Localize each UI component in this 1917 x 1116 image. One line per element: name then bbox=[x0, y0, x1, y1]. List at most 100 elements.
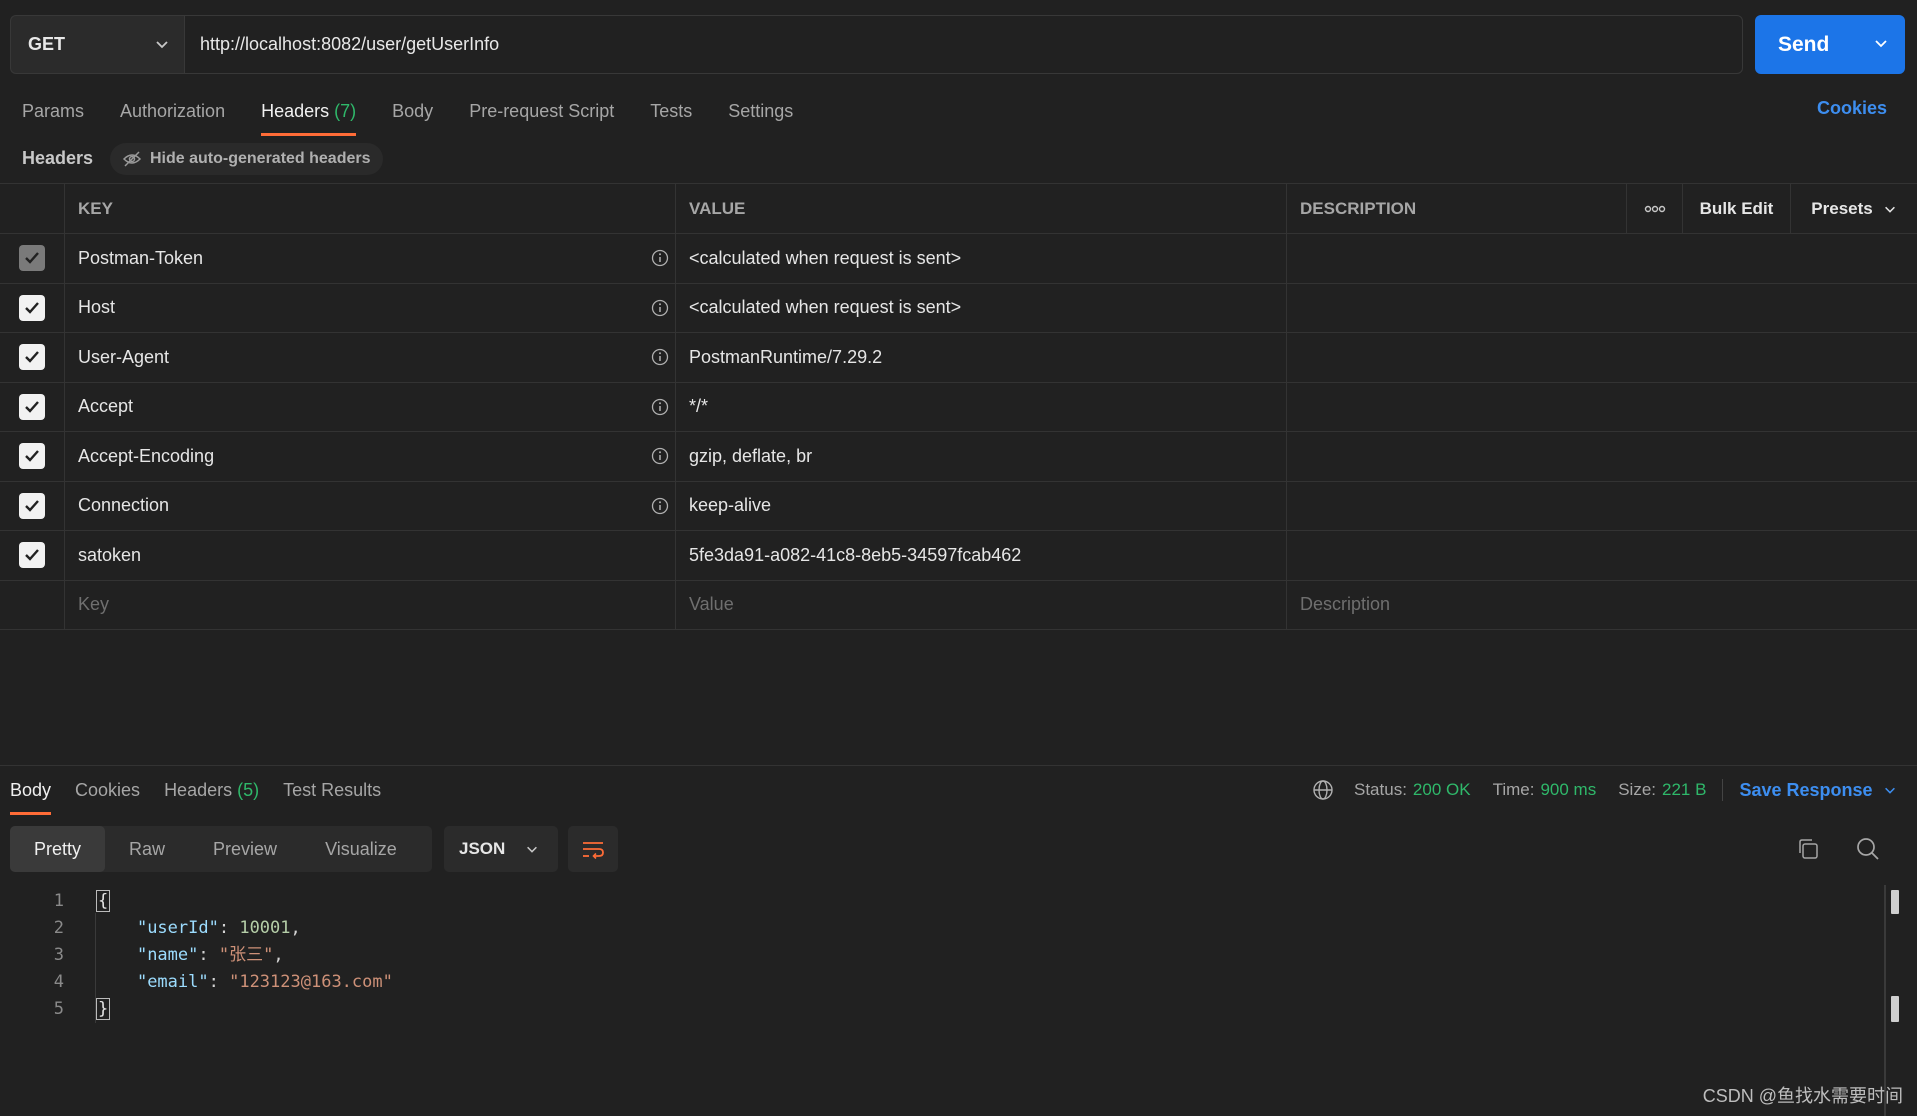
row-key[interactable]: Host bbox=[65, 283, 676, 332]
row-checkbox[interactable] bbox=[19, 492, 45, 519]
method-select[interactable]: GET bbox=[10, 15, 184, 74]
code-line: 5 } bbox=[0, 996, 1917, 1023]
response-tab-body[interactable]: Body bbox=[10, 777, 52, 815]
tab-headers[interactable]: Headers (7) bbox=[261, 96, 357, 136]
search-icon[interactable] bbox=[1855, 836, 1881, 867]
row-value[interactable]: */* bbox=[676, 382, 1287, 431]
more-options-button[interactable] bbox=[1626, 184, 1683, 233]
tab-params[interactable]: Params bbox=[22, 96, 84, 136]
row-key[interactable]: satoken bbox=[65, 531, 676, 580]
row-value[interactable]: <calculated when request is sent> bbox=[676, 283, 1287, 332]
send-button[interactable]: Send bbox=[1755, 15, 1905, 74]
wrap-lines-icon bbox=[583, 842, 604, 859]
new-key-input[interactable]: Key bbox=[65, 580, 676, 629]
row-checkbox[interactable] bbox=[19, 294, 45, 321]
section-divider bbox=[0, 765, 1917, 766]
send-label: Send bbox=[1778, 32, 1830, 56]
row-key[interactable]: Accept-Encoding bbox=[65, 432, 676, 481]
copy-icon[interactable] bbox=[1795, 836, 1821, 867]
info-icon[interactable] bbox=[651, 249, 669, 267]
view-pretty[interactable]: Pretty bbox=[10, 826, 106, 872]
status-label: Status: bbox=[1354, 780, 1407, 799]
view-preview[interactable]: Preview bbox=[189, 826, 301, 872]
row-description[interactable] bbox=[1287, 432, 1917, 481]
tab-settings[interactable]: Settings bbox=[728, 96, 793, 136]
row-description[interactable] bbox=[1287, 284, 1917, 333]
tab-authorization[interactable]: Authorization bbox=[120, 96, 225, 136]
header-check-col bbox=[0, 184, 65, 233]
view-raw[interactable]: Raw bbox=[105, 826, 189, 872]
row-description[interactable] bbox=[1287, 383, 1917, 432]
status-value[interactable]: 200 OK bbox=[1413, 780, 1471, 800]
response-code-viewer[interactable]: 1 { 2 "userId": 10001, 3 "name": "张三", 4… bbox=[0, 888, 1917, 1023]
presets-dropdown[interactable]: Presets bbox=[1791, 184, 1917, 233]
row-value[interactable]: <calculated when request is sent> bbox=[676, 234, 1287, 283]
row-value[interactable]: gzip, deflate, br bbox=[676, 432, 1287, 481]
save-response-button[interactable]: Save Response bbox=[1739, 780, 1896, 801]
row-value[interactable]: keep-alive bbox=[676, 481, 1287, 530]
globe-icon[interactable] bbox=[1312, 779, 1334, 801]
chevron-down-icon[interactable] bbox=[1873, 35, 1889, 51]
row-description[interactable] bbox=[1287, 531, 1917, 580]
info-icon[interactable] bbox=[651, 447, 669, 465]
row-description[interactable] bbox=[1287, 234, 1917, 283]
tab-tests[interactable]: Tests bbox=[650, 96, 692, 136]
table-header-row: KEY VALUE DESCRIPTION Bulk Edit Presets bbox=[0, 183, 1917, 234]
view-visualize[interactable]: Visualize bbox=[301, 826, 421, 872]
info-icon[interactable] bbox=[651, 398, 669, 416]
watermark: CSDN @鱼找水需要时间 bbox=[1702, 1086, 1903, 1106]
tab-label: Params bbox=[22, 101, 85, 121]
headers-table: KEY VALUE DESCRIPTION Bulk Edit Presets … bbox=[0, 183, 1917, 630]
row-key[interactable]: Connection bbox=[65, 481, 676, 530]
bulk-edit-button[interactable]: Bulk Edit bbox=[1683, 184, 1791, 233]
minimap-marker[interactable] bbox=[1891, 890, 1899, 914]
new-description-input[interactable]: Description bbox=[1287, 581, 1917, 630]
cookies-link[interactable]: Cookies bbox=[1817, 98, 1887, 119]
tab-label: Cookies bbox=[75, 780, 141, 800]
check-icon bbox=[25, 301, 39, 314]
row-key-text: Postman-Token bbox=[78, 247, 204, 268]
hide-auto-headers-button[interactable]: Hide auto-generated headers bbox=[110, 143, 383, 175]
info-icon[interactable] bbox=[651, 299, 669, 317]
tab-body[interactable]: Body bbox=[392, 96, 433, 136]
row-description[interactable] bbox=[1287, 333, 1917, 382]
url-input[interactable]: http://localhost:8082/user/getUserInfo bbox=[184, 15, 1743, 74]
row-key[interactable]: Accept bbox=[65, 382, 676, 431]
response-tab-test-results[interactable]: Test Results bbox=[283, 777, 381, 815]
size-value[interactable]: 221 B bbox=[1662, 780, 1706, 800]
minimap-marker[interactable] bbox=[1891, 996, 1899, 1022]
row-value[interactable]: PostmanRuntime/7.29.2 bbox=[676, 333, 1287, 382]
row-description[interactable] bbox=[1287, 482, 1917, 531]
row-checkbox[interactable] bbox=[19, 393, 45, 420]
row-key[interactable]: Postman-Token bbox=[65, 234, 676, 283]
tab-pre-request-script[interactable]: Pre-request Script bbox=[469, 96, 614, 136]
table-row: Accept */* bbox=[0, 382, 1917, 432]
row-checkbox[interactable] bbox=[19, 344, 45, 371]
headers-section-title: Headers bbox=[22, 148, 94, 168]
view-mode-segmented: Pretty Raw Preview Visualize bbox=[10, 826, 432, 872]
time-value[interactable]: 900 ms bbox=[1540, 780, 1596, 800]
column-header-key: KEY bbox=[65, 184, 676, 233]
new-value-input[interactable]: Value bbox=[676, 580, 1287, 629]
code-line: 4 "email": "123123@163.com" bbox=[0, 969, 1917, 996]
response-tab-cookies[interactable]: Cookies bbox=[75, 777, 140, 815]
row-check-cell bbox=[0, 234, 65, 283]
row-check-cell bbox=[0, 531, 65, 580]
size-label: Size: bbox=[1618, 780, 1656, 799]
table-row: Postman-Token <calculated when request i… bbox=[0, 234, 1917, 284]
response-tab-headers[interactable]: Headers (5) bbox=[164, 777, 259, 815]
more-horizontal-icon bbox=[1644, 205, 1665, 212]
info-icon[interactable] bbox=[651, 348, 669, 366]
row-value[interactable]: 5fe3da91-a082-41c8-8eb5-34597fcab462 bbox=[676, 531, 1287, 580]
wrap-lines-button[interactable] bbox=[568, 826, 618, 872]
row-checkbox[interactable] bbox=[19, 542, 45, 569]
tab-label: Settings bbox=[728, 101, 794, 121]
format-select[interactable]: JSON bbox=[444, 826, 558, 872]
row-key-text: satoken bbox=[78, 544, 142, 565]
table-row: User-Agent PostmanRuntime/7.29.2 bbox=[0, 333, 1917, 383]
info-icon[interactable] bbox=[651, 497, 669, 515]
row-checkbox[interactable] bbox=[19, 245, 45, 272]
row-check-cell bbox=[0, 432, 65, 481]
row-key[interactable]: User-Agent bbox=[65, 333, 676, 382]
row-checkbox[interactable] bbox=[19, 443, 45, 470]
